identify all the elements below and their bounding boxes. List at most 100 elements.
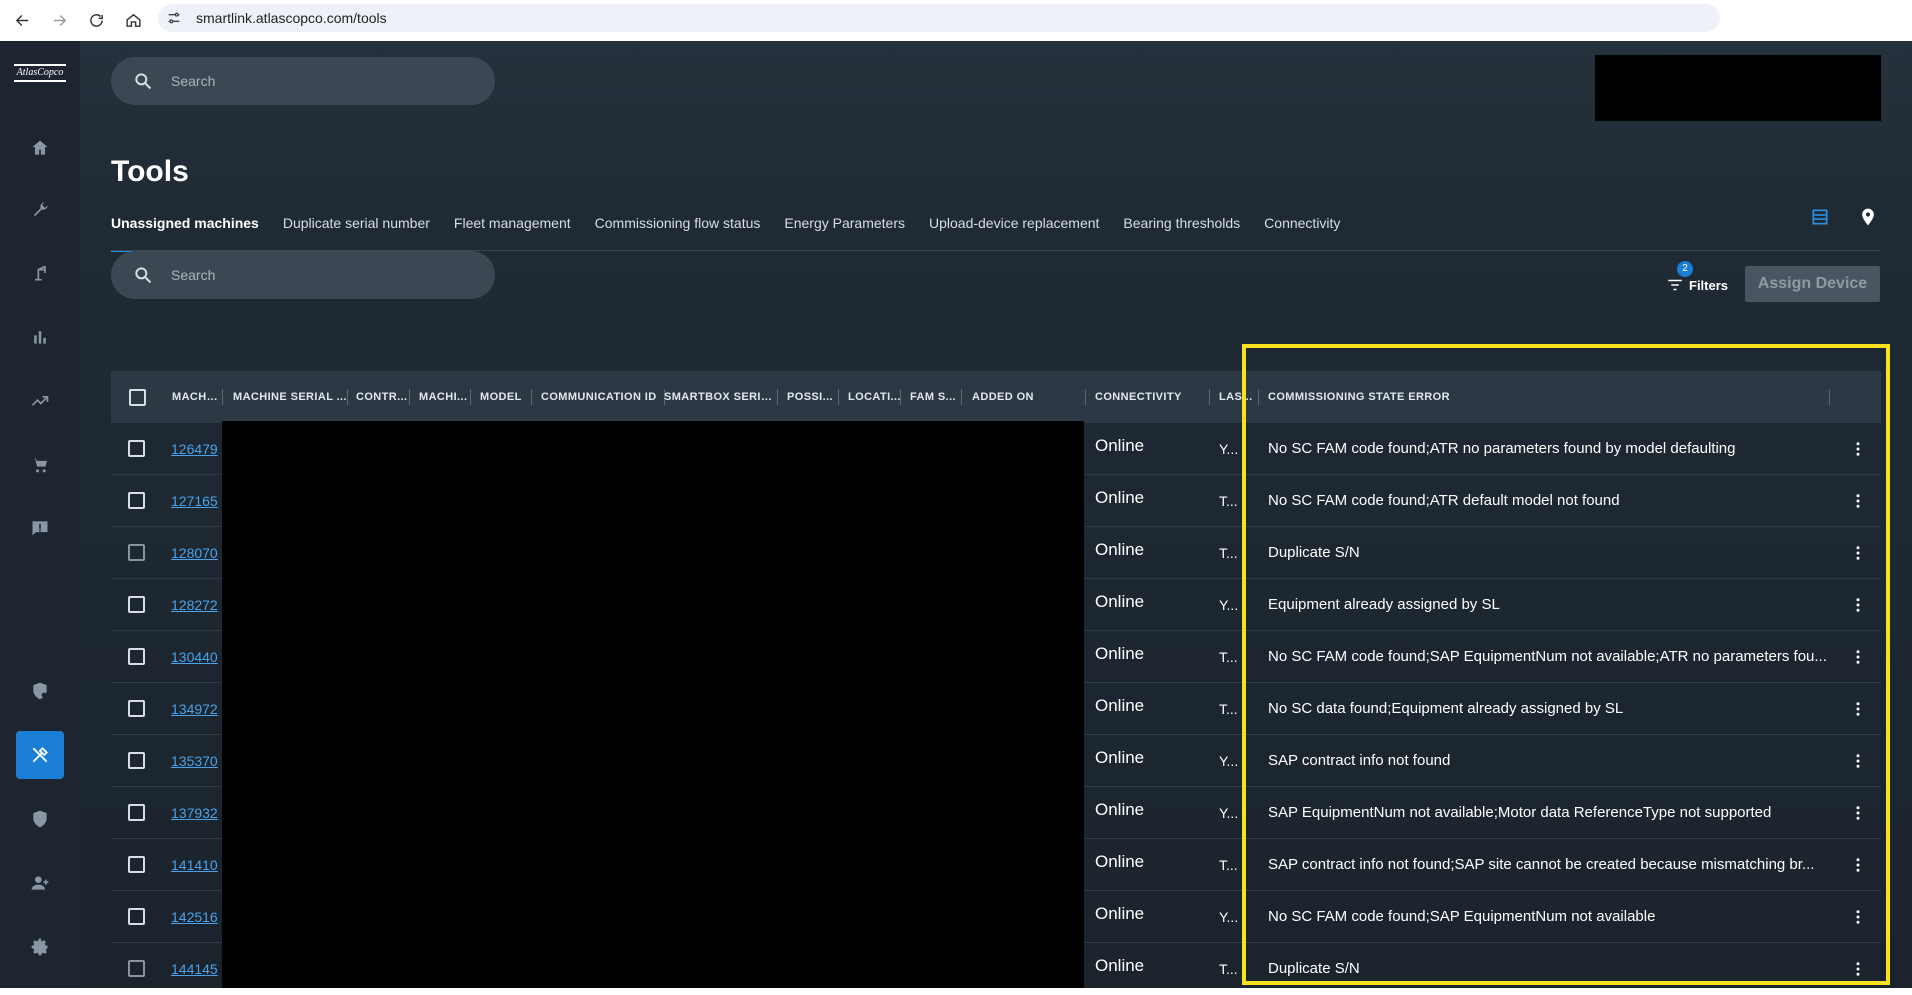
connectivity-status: Online [1095, 852, 1145, 871]
col-fam-s[interactable]: FAM S... [910, 371, 960, 423]
nav-settings-gear-icon[interactable] [16, 923, 64, 971]
col-location[interactable]: LOCATI... [848, 371, 902, 423]
last-value: Y... [1219, 805, 1239, 821]
row-checkbox[interactable] [128, 856, 145, 873]
commissioning-error: Equipment already assigned by SL [1268, 596, 1500, 613]
row-checkbox[interactable] [128, 440, 145, 457]
row-checkbox[interactable] [128, 700, 145, 717]
machine-link[interactable]: 128070 [171, 527, 221, 579]
row-more-icon[interactable] [1846, 645, 1870, 669]
machine-link[interactable]: 127165 [171, 475, 221, 527]
tab-unassigned-machines[interactable]: Unassigned machines [111, 212, 259, 252]
commissioning-error: No SC FAM code found;ATR no parameters f… [1268, 440, 1736, 457]
address-bar[interactable]: smartlink.atlascopco.com/tools [158, 4, 1720, 32]
map-view-pin-icon[interactable] [1856, 205, 1880, 229]
row-more-icon[interactable] [1846, 489, 1870, 513]
machine-link[interactable]: 130440 [171, 631, 221, 683]
machine-link[interactable]: 135370 [171, 735, 221, 787]
col-possible[interactable]: POSSI... [787, 371, 839, 423]
row-more-icon[interactable] [1846, 437, 1870, 461]
list-view-icon[interactable] [1808, 205, 1832, 229]
browser-toolbar: smartlink.atlascopco.com/tools [0, 0, 1912, 41]
last-value: T... [1219, 493, 1238, 509]
commissioning-error: SAP EquipmentNum not available;Motor dat… [1268, 804, 1772, 821]
nav-feedback-icon[interactable] [16, 504, 64, 552]
tab-upload-device-replacement[interactable]: Upload-device replacement [929, 212, 1099, 252]
search-icon [133, 71, 153, 91]
tab-duplicate-serial-number[interactable]: Duplicate serial number [283, 212, 430, 252]
nav-trend-icon[interactable] [16, 377, 64, 425]
machine-link[interactable]: 137932 [171, 787, 221, 839]
url-text: smartlink.atlascopco.com/tools [196, 10, 387, 26]
global-search[interactable] [111, 57, 495, 105]
col-last[interactable]: LAS... [1219, 371, 1259, 423]
row-more-icon[interactable] [1846, 853, 1870, 877]
row-more-icon[interactable] [1846, 957, 1870, 981]
tab-energy-parameters[interactable]: Energy Parameters [784, 212, 905, 252]
tab-connectivity[interactable]: Connectivity [1264, 212, 1340, 252]
col-machine[interactable]: MACHI... [172, 371, 220, 423]
col-connectivity[interactable]: CONNECTIVITY [1095, 371, 1199, 423]
machine-link[interactable]: 126479 [171, 423, 221, 475]
col-controller[interactable]: CONTR... [356, 371, 410, 423]
col-model[interactable]: MODEL [480, 371, 532, 423]
assign-device-button[interactable]: Assign Device [1745, 266, 1880, 302]
col-machine-type[interactable]: MACHI... [419, 371, 471, 423]
row-checkbox[interactable] [128, 492, 145, 509]
machine-link[interactable]: 144145 [171, 943, 221, 995]
row-checkbox[interactable] [128, 804, 145, 821]
nav-crane-icon[interactable] [16, 249, 64, 297]
nav-shield-icon[interactable] [16, 795, 64, 843]
machine-link[interactable]: 141410 [171, 839, 221, 891]
brand-logo: AtlasCopco [14, 63, 66, 87]
filters-button[interactable]: 2 Filters [1665, 261, 1728, 300]
col-communication-id[interactable]: COMMUNICATION ID [541, 371, 666, 423]
row-checkbox[interactable] [128, 544, 145, 561]
col-commissioning-state-error[interactable]: COMMISSIONING STATE ERROR [1268, 371, 1668, 423]
table-search-input[interactable] [171, 267, 471, 283]
tab-fleet-management[interactable]: Fleet management [454, 212, 571, 252]
machine-link[interactable]: 134972 [171, 683, 221, 735]
filter-count-badge: 2 [1677, 261, 1693, 277]
site-info-icon[interactable] [166, 10, 182, 26]
row-checkbox[interactable] [128, 908, 145, 925]
row-more-icon[interactable] [1846, 697, 1870, 721]
commissioning-error: Duplicate S/N [1268, 960, 1360, 977]
row-more-icon[interactable] [1846, 541, 1870, 565]
reload-icon[interactable] [81, 6, 111, 36]
global-search-input[interactable] [171, 73, 471, 89]
row-checkbox[interactable] [128, 596, 145, 613]
nav-wrench-icon[interactable] [16, 186, 64, 234]
commissioning-error: No SC FAM code found;ATR default model n… [1268, 492, 1620, 509]
connectivity-status: Online [1095, 592, 1145, 611]
row-more-icon[interactable] [1846, 905, 1870, 929]
last-value: T... [1219, 701, 1238, 717]
nav-security-settings-icon[interactable] [16, 667, 64, 715]
col-added-on[interactable]: ADDED ON [972, 371, 1082, 423]
row-more-icon[interactable] [1846, 593, 1870, 617]
nav-bar-chart-icon[interactable] [16, 313, 64, 361]
machine-link[interactable]: 128272 [171, 579, 221, 631]
row-more-icon[interactable] [1846, 801, 1870, 825]
nav-home-icon[interactable] [16, 124, 64, 172]
nav-cart-icon[interactable] [16, 441, 64, 489]
col-smartbox-serial[interactable]: SMARTBOX SERIA... [664, 371, 778, 423]
nav-tools-icon[interactable] [16, 731, 64, 779]
forward-icon[interactable] [44, 6, 74, 36]
col-machine-serial[interactable]: MACHINE SERIAL ... [233, 371, 349, 423]
nav-add-user-icon[interactable] [16, 859, 64, 907]
row-checkbox[interactable] [128, 960, 145, 977]
machine-link[interactable]: 142516 [171, 891, 221, 943]
redacted-user-area [1595, 55, 1881, 121]
tab-bearing-thresholds[interactable]: Bearing thresholds [1123, 212, 1240, 252]
select-all-checkbox[interactable] [129, 389, 146, 406]
tab-commissioning-flow-status[interactable]: Commissioning flow status [595, 212, 761, 252]
table-search[interactable] [111, 251, 495, 299]
home-icon[interactable] [118, 6, 148, 36]
search-icon [133, 265, 153, 285]
commissioning-error: No SC data found;Equipment already assig… [1268, 700, 1624, 717]
row-checkbox[interactable] [128, 752, 145, 769]
row-checkbox[interactable] [128, 648, 145, 665]
row-more-icon[interactable] [1846, 749, 1870, 773]
back-icon[interactable] [7, 6, 37, 36]
